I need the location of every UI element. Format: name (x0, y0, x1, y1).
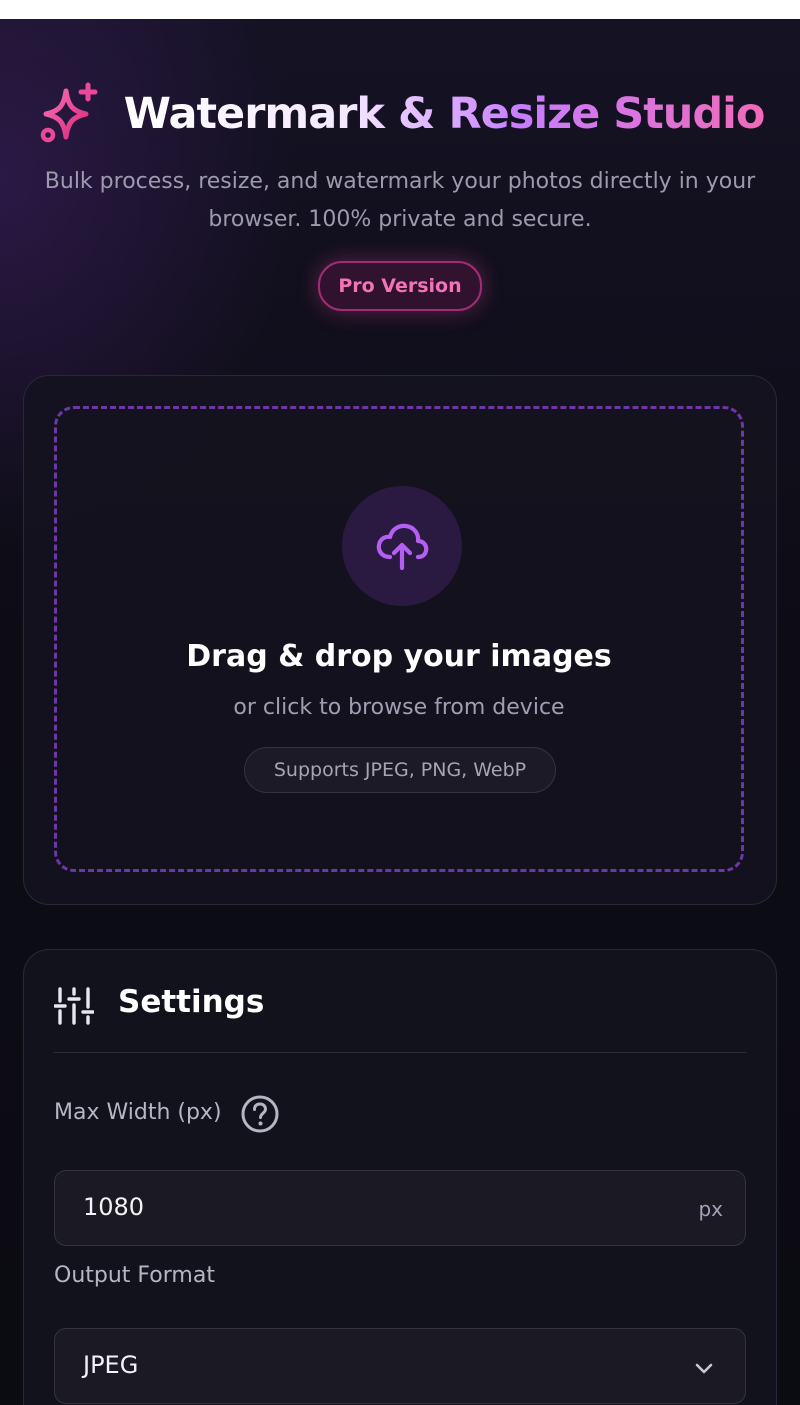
app-subtitle: Bulk process, resize, and watermark your… (44, 169, 756, 232)
image-dropzone[interactable]: Drag & drop your images or click to brow… (54, 406, 744, 872)
settings-card: Settings Max Width (px) 1080 px Output F… (23, 949, 777, 1405)
upload-subtitle: or click to browse from device (233, 695, 565, 720)
supported-formats-pill: Supports JPEG, PNG, WebP (244, 747, 556, 793)
title-row: Watermark & Resize Studio (0, 81, 800, 147)
sparkles-icon (40, 82, 98, 143)
settings-title: Settings (118, 984, 265, 1020)
upload-card: Drag & drop your images or click to brow… (23, 375, 777, 905)
pro-version-badge: Pro Version (318, 261, 482, 311)
upload-title: Drag & drop your images (186, 639, 612, 674)
output-format-value: JPEG (83, 1351, 139, 1379)
max-width-input[interactable]: 1080 px (54, 1170, 746, 1246)
max-width-label: Max Width (px) (54, 1100, 222, 1125)
app-root: Watermark & Resize Studio Bulk process, … (0, 19, 800, 1405)
app-title: Watermark & Resize Studio (123, 89, 766, 139)
upload-icon-circle (342, 486, 462, 606)
output-format-label: Output Format (54, 1263, 215, 1288)
sliders-icon (54, 987, 94, 1025)
output-format-select[interactable]: JPEG (54, 1328, 746, 1404)
settings-header: Settings (54, 980, 746, 1053)
chevron-down-icon (695, 1363, 713, 1374)
cloud-upload-icon (376, 523, 429, 571)
max-width-value: 1080 (83, 1193, 145, 1221)
max-width-unit: px (698, 1197, 723, 1221)
help-circle-icon[interactable] (240, 1094, 280, 1134)
